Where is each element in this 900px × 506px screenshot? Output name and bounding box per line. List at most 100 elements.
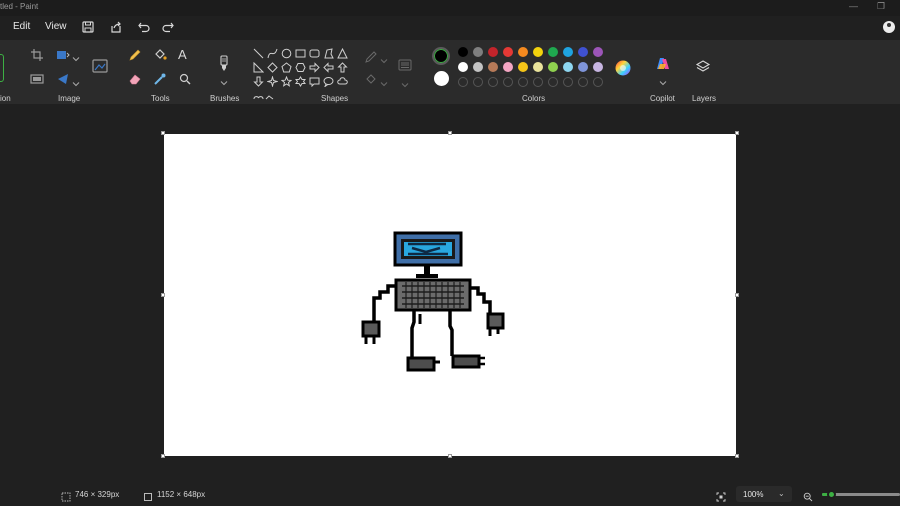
color-swatch[interactable] — [533, 47, 543, 57]
lightning-shape-icon[interactable] — [264, 87, 275, 100]
custom-color-slot[interactable] — [578, 77, 588, 87]
speech-bubble-cloud-icon[interactable] — [337, 74, 348, 85]
canvas-handle-top-left[interactable] — [161, 131, 165, 135]
canvas-handle-bottom-right[interactable] — [735, 454, 739, 458]
menu-edit[interactable]: Edit — [13, 21, 30, 32]
color-swatch[interactable] — [533, 62, 543, 72]
color-swatch[interactable] — [593, 47, 603, 57]
canvas-handle-top-right[interactable] — [735, 131, 739, 135]
copilot-dropdown-icon[interactable] — [659, 74, 667, 86]
left-arrow-shape-icon[interactable] — [323, 60, 334, 73]
heart-shape-icon[interactable] — [253, 87, 264, 100]
text-icon[interactable]: A — [178, 47, 192, 62]
color-swatch[interactable] — [518, 47, 528, 57]
canvas-handle-bottom-left[interactable] — [161, 454, 165, 458]
eraser-icon[interactable] — [128, 72, 142, 86]
custom-color-slot[interactable] — [503, 77, 513, 87]
brush-icon[interactable] — [216, 54, 232, 74]
color-swatch[interactable] — [518, 62, 528, 72]
rounded-rectangle-shape-icon[interactable] — [309, 46, 320, 58]
zoom-level-dropdown[interactable]: 100% ⌄ — [736, 486, 792, 502]
color-swatch[interactable] — [563, 47, 573, 57]
custom-color-slot[interactable] — [518, 77, 528, 87]
right-arrow-shape-icon[interactable] — [309, 60, 320, 73]
color-swatch[interactable] — [548, 62, 558, 72]
color-swatch[interactable] — [563, 62, 573, 72]
undo-icon[interactable] — [136, 19, 152, 35]
custom-color-slot[interactable] — [488, 77, 498, 87]
select-all-icon[interactable] — [30, 72, 44, 86]
size-icon[interactable] — [398, 58, 412, 71]
five-point-star-shape-icon[interactable] — [280, 74, 293, 87]
custom-color-slot[interactable] — [548, 77, 558, 87]
speech-bubble-rect-icon[interactable] — [309, 74, 320, 88]
custom-color-slot[interactable] — [563, 77, 573, 87]
color-swatch[interactable] — [488, 47, 498, 57]
four-point-star-shape-icon[interactable] — [266, 74, 279, 88]
brushes-dropdown-icon[interactable] — [220, 74, 228, 86]
edit-colors-icon[interactable] — [614, 59, 632, 77]
down-arrow-shape-icon[interactable] — [253, 74, 264, 87]
shape-fill-icon[interactable] — [364, 73, 378, 87]
resize-icon[interactable] — [56, 48, 70, 62]
right-triangle-shape-icon[interactable] — [253, 60, 265, 73]
rotate-dropdown-icon[interactable] — [72, 75, 80, 87]
line-shape-icon[interactable] — [253, 46, 264, 59]
image-generator-icon[interactable] — [92, 58, 108, 74]
save-icon[interactable] — [80, 19, 96, 35]
color-picker-icon[interactable] — [153, 72, 167, 86]
crop-icon[interactable] — [30, 48, 44, 62]
menu-view[interactable]: View — [45, 21, 67, 32]
color-swatch[interactable] — [578, 62, 588, 72]
speech-bubble-oval-icon[interactable] — [323, 74, 334, 88]
share-icon[interactable] — [108, 19, 124, 35]
resize-dropdown-icon[interactable] — [72, 50, 80, 62]
color-swatch[interactable] — [458, 47, 468, 57]
outline-dropdown-icon[interactable] — [380, 52, 388, 64]
account-avatar[interactable] — [883, 21, 895, 33]
pentagon-shape-icon[interactable] — [281, 60, 292, 73]
color-swatch[interactable] — [458, 62, 468, 72]
color-swatch[interactable] — [473, 62, 483, 72]
canvas-handle-left[interactable] — [161, 293, 165, 297]
fit-to-window-icon[interactable] — [716, 489, 726, 502]
custom-color-slot[interactable] — [533, 77, 543, 87]
zoom-out-icon[interactable] — [803, 489, 813, 502]
canvas-handle-top[interactable] — [448, 131, 452, 135]
zoom-slider-thumb[interactable] — [827, 490, 836, 499]
restore-button[interactable]: ❐ — [877, 1, 885, 12]
canvas-handle-right[interactable] — [735, 293, 739, 297]
triangle-shape-icon[interactable] — [337, 46, 348, 59]
color-swatch[interactable] — [578, 47, 588, 57]
outline-icon[interactable] — [364, 50, 378, 64]
six-point-star-shape-icon[interactable] — [295, 74, 306, 87]
primary-color-swatch[interactable] — [432, 47, 450, 65]
color-swatch[interactable] — [548, 47, 558, 57]
minimize-button[interactable]: — — [849, 1, 858, 11]
copilot-icon[interactable] — [654, 55, 672, 73]
custom-color-slot[interactable] — [473, 77, 483, 87]
color-swatch[interactable] — [503, 47, 513, 57]
custom-color-slot[interactable] — [458, 77, 468, 87]
pencil-icon[interactable] — [128, 48, 142, 62]
secondary-color-swatch[interactable] — [434, 71, 449, 86]
polygon-shape-icon[interactable] — [323, 46, 334, 59]
fill-icon[interactable] — [153, 48, 167, 62]
size-dropdown-icon[interactable] — [401, 76, 409, 88]
canvas-handle-bottom[interactable] — [448, 454, 452, 458]
magnifier-icon[interactable] — [178, 72, 192, 86]
color-swatch[interactable] — [593, 62, 603, 72]
hexagon-shape-icon[interactable] — [295, 60, 306, 72]
rectangle-shape-icon[interactable] — [295, 46, 306, 58]
custom-color-slot[interactable] — [593, 77, 603, 87]
redo-icon[interactable] — [160, 19, 176, 35]
up-arrow-shape-icon[interactable] — [337, 60, 348, 73]
color-swatch[interactable] — [473, 47, 483, 57]
color-swatch[interactable] — [488, 62, 498, 72]
shape-fill-dropdown-icon[interactable] — [380, 75, 388, 87]
diamond-shape-icon[interactable] — [267, 60, 278, 73]
rotate-icon[interactable] — [56, 72, 70, 86]
selection-tool-highlight[interactable] — [0, 54, 4, 82]
color-swatch[interactable] — [503, 62, 513, 72]
layers-icon[interactable] — [695, 59, 711, 75]
